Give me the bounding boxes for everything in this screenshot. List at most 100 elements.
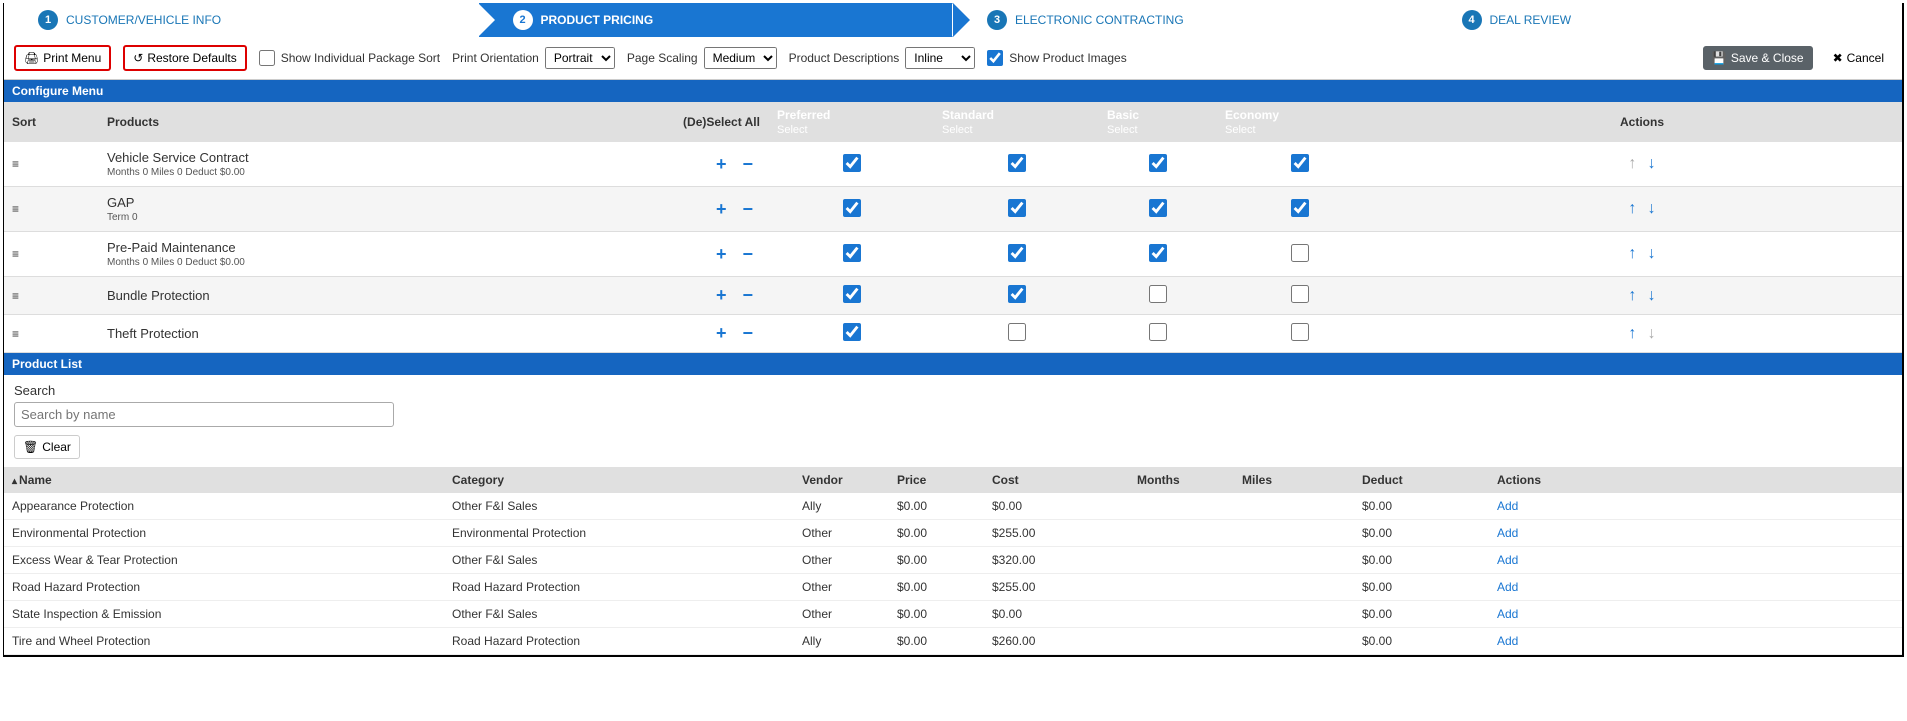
col-months[interactable]: Months bbox=[1129, 467, 1234, 493]
add-link[interactable]: Add bbox=[1497, 526, 1518, 540]
cell-vendor: Other bbox=[794, 574, 889, 601]
package-checkbox[interactable] bbox=[1008, 285, 1026, 303]
move-down-icon[interactable]: ↓ bbox=[1644, 200, 1660, 217]
add-link[interactable]: Add bbox=[1497, 634, 1518, 648]
col-deduct[interactable]: Deduct bbox=[1354, 467, 1489, 493]
col-package-standard[interactable]: Standard Select bbox=[934, 102, 1099, 142]
pkg-select: Select bbox=[1225, 124, 1374, 136]
package-checkbox[interactable] bbox=[1008, 199, 1026, 217]
select-all-plus-icon[interactable]: + bbox=[708, 323, 735, 343]
package-checkbox[interactable] bbox=[1291, 244, 1309, 262]
step-deal-review[interactable]: 4 DEAL REVIEW bbox=[1428, 3, 1903, 37]
product-desc-select[interactable]: Inline bbox=[905, 47, 975, 69]
move-up-icon[interactable]: ↑ bbox=[1624, 325, 1640, 342]
page-scaling-control: Page Scaling Medium bbox=[627, 47, 777, 69]
package-checkbox[interactable] bbox=[1008, 154, 1026, 172]
col-cost[interactable]: Cost bbox=[984, 467, 1129, 493]
col-package-preferred[interactable]: Preferred Select bbox=[769, 102, 934, 142]
package-checkbox[interactable] bbox=[1291, 199, 1309, 217]
drag-handle-icon[interactable]: ≡ bbox=[12, 202, 19, 216]
product-subtext: Months 0 Miles 0 Deduct $0.00 bbox=[107, 167, 666, 178]
add-link[interactable]: Add bbox=[1497, 580, 1518, 594]
print-menu-button[interactable]: 🖨 Print Menu bbox=[14, 45, 111, 71]
show-images-checkbox[interactable] bbox=[987, 50, 1003, 66]
package-checkbox[interactable] bbox=[843, 323, 861, 341]
step-electronic-contracting[interactable]: 3 ELECTRONIC CONTRACTING bbox=[953, 3, 1428, 37]
col-category[interactable]: Category bbox=[444, 467, 794, 493]
col-deselect-all[interactable]: (De)Select All bbox=[674, 102, 769, 142]
move-down-icon[interactable]: ↓ bbox=[1644, 287, 1660, 304]
cell-category: Other F&I Sales bbox=[444, 547, 794, 574]
package-checkbox[interactable] bbox=[1291, 285, 1309, 303]
col-vendor[interactable]: Vendor bbox=[794, 467, 889, 493]
select-all-plus-icon[interactable]: + bbox=[708, 154, 735, 174]
package-checkbox[interactable] bbox=[1291, 323, 1309, 341]
move-up-icon[interactable]: ↑ bbox=[1624, 245, 1640, 262]
clear-button[interactable]: 🗑 Clear bbox=[14, 435, 80, 459]
close-icon: ✖ bbox=[1833, 51, 1843, 65]
cell-name: State Inspection & Emission bbox=[4, 601, 444, 628]
search-input[interactable] bbox=[14, 402, 394, 427]
cell-vendor: Other bbox=[794, 547, 889, 574]
col-name[interactable]: Name bbox=[4, 467, 444, 493]
cell-deduct: $0.00 bbox=[1354, 574, 1489, 601]
restore-defaults-button[interactable]: ↺ Restore Defaults bbox=[123, 45, 246, 71]
move-up-icon[interactable]: ↑ bbox=[1624, 287, 1640, 304]
deselect-all-minus-icon[interactable]: − bbox=[734, 199, 761, 219]
cell-cost: $255.00 bbox=[984, 574, 1129, 601]
add-link[interactable]: Add bbox=[1497, 499, 1518, 513]
cell-cost: $0.00 bbox=[984, 493, 1129, 520]
package-checkbox[interactable] bbox=[1291, 154, 1309, 172]
print-orientation-select[interactable]: Portrait bbox=[545, 47, 615, 69]
drag-handle-icon[interactable]: ≡ bbox=[12, 289, 19, 303]
show-individual-checkbox[interactable] bbox=[259, 50, 275, 66]
select-all-plus-icon[interactable]: + bbox=[708, 285, 735, 305]
deselect-all-minus-icon[interactable]: − bbox=[734, 285, 761, 305]
cancel-button[interactable]: ✖ Cancel bbox=[1825, 47, 1892, 69]
add-link[interactable]: Add bbox=[1497, 607, 1518, 621]
col-price[interactable]: Price bbox=[889, 467, 984, 493]
select-all-plus-icon[interactable]: + bbox=[708, 244, 735, 264]
package-checkbox[interactable] bbox=[843, 244, 861, 262]
step-customer-vehicle[interactable]: 1 CUSTOMER/VEHICLE INFO bbox=[4, 3, 479, 37]
show-individual-sort-toggle[interactable]: Show Individual Package Sort bbox=[259, 50, 440, 66]
page-scaling-select[interactable]: Medium bbox=[704, 47, 777, 69]
move-down-icon[interactable]: ↓ bbox=[1644, 155, 1660, 172]
package-checkbox[interactable] bbox=[1149, 285, 1167, 303]
cell-price: $0.00 bbox=[889, 547, 984, 574]
col-miles[interactable]: Miles bbox=[1234, 467, 1354, 493]
package-checkbox[interactable] bbox=[1149, 199, 1167, 217]
package-checkbox[interactable] bbox=[1149, 323, 1167, 341]
deselect-all-minus-icon[interactable]: − bbox=[734, 154, 761, 174]
select-all-plus-icon[interactable]: + bbox=[708, 199, 735, 219]
cell-price: $0.00 bbox=[889, 493, 984, 520]
add-link[interactable]: Add bbox=[1497, 553, 1518, 567]
trash-icon: 🗑 bbox=[23, 440, 38, 454]
cell-name: Appearance Protection bbox=[4, 493, 444, 520]
package-checkbox[interactable] bbox=[1149, 154, 1167, 172]
drag-handle-icon[interactable]: ≡ bbox=[12, 157, 19, 171]
cell-name: Tire and Wheel Protection bbox=[4, 628, 444, 655]
cell-category: Environmental Protection bbox=[444, 520, 794, 547]
deselect-all-minus-icon[interactable]: − bbox=[734, 244, 761, 264]
step-label: ELECTRONIC CONTRACTING bbox=[1015, 13, 1184, 27]
package-checkbox[interactable] bbox=[843, 154, 861, 172]
search-label: Search bbox=[14, 383, 1892, 398]
move-up-icon[interactable]: ↑ bbox=[1624, 200, 1640, 217]
col-package-economy[interactable]: Economy Select bbox=[1217, 102, 1382, 142]
package-checkbox[interactable] bbox=[1149, 244, 1167, 262]
save-close-button[interactable]: 💾 Save & Close bbox=[1703, 46, 1813, 70]
package-checkbox[interactable] bbox=[1008, 244, 1026, 262]
move-down-icon[interactable]: ↓ bbox=[1644, 245, 1660, 262]
config-row: ≡ GAPTerm 0 +− ↑ ↓ bbox=[4, 187, 1902, 232]
drag-handle-icon[interactable]: ≡ bbox=[12, 247, 19, 261]
col-package-basic[interactable]: Basic Select bbox=[1099, 102, 1217, 142]
package-checkbox[interactable] bbox=[843, 285, 861, 303]
show-images-toggle[interactable]: Show Product Images bbox=[987, 50, 1126, 66]
package-checkbox[interactable] bbox=[1008, 323, 1026, 341]
deselect-all-minus-icon[interactable]: − bbox=[734, 323, 761, 343]
step-product-pricing[interactable]: 2 PRODUCT PRICING bbox=[479, 3, 954, 37]
package-checkbox[interactable] bbox=[843, 199, 861, 217]
drag-handle-icon[interactable]: ≡ bbox=[12, 327, 19, 341]
undo-icon: ↺ bbox=[133, 51, 143, 65]
